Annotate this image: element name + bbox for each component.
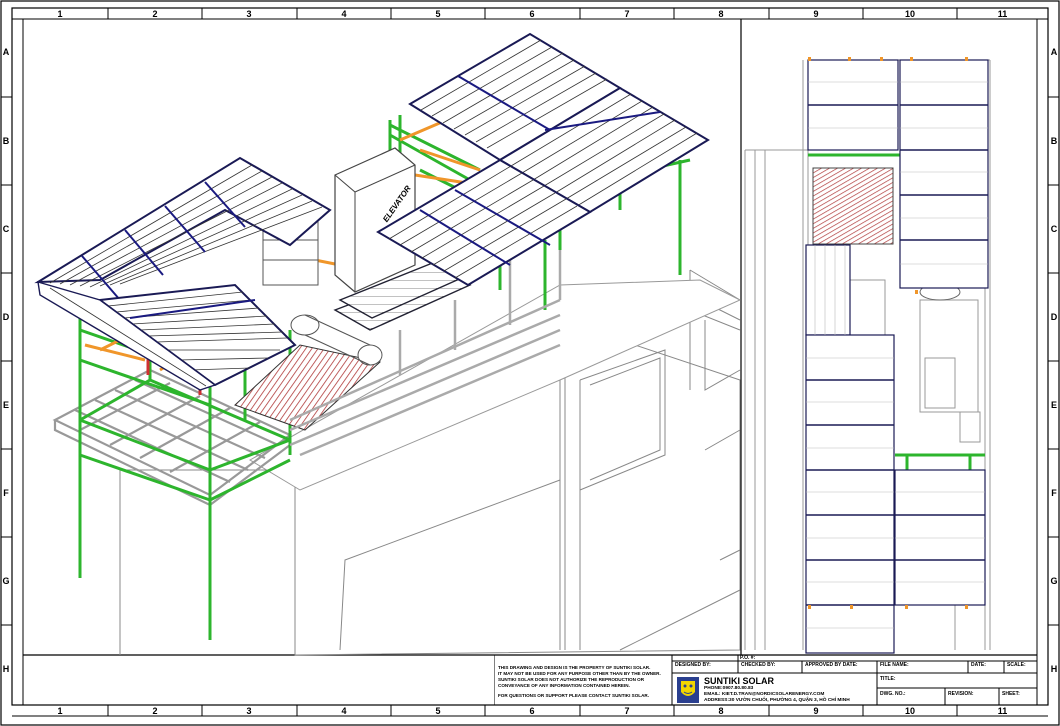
zone-col-label: 11 <box>997 706 1008 716</box>
zone-row-label: E <box>2 400 9 410</box>
company-name: SUNTIKI SOLAR <box>704 676 775 686</box>
drawing-sheet: ELEVATOR <box>0 0 1060 726</box>
date-label: DATE: <box>971 662 986 668</box>
top-view <box>744 57 991 654</box>
zone-col-label: 2 <box>152 9 158 19</box>
zone-col-label: 10 <box>904 9 915 19</box>
sheet-label: SHEET: <box>1002 691 1020 697</box>
zone-col-label: 10 <box>904 706 915 716</box>
zone-row-label: F <box>1051 488 1057 498</box>
zone-row-label: B <box>1050 136 1058 146</box>
notice-line: CONVEYANCE OF ANY INFORMATION CONTAINED … <box>498 683 630 688</box>
zone-col-label: 7 <box>624 9 630 19</box>
zone-col-label: 9 <box>813 706 819 716</box>
zone-col-label: 11 <box>997 9 1008 19</box>
ownership-notice: THIS DRAWING AND DESIGN IS THE PROPERTY … <box>498 665 670 699</box>
revision-label: REVISION: <box>948 691 974 697</box>
top-hatched-area <box>812 167 894 245</box>
zone-col-label: 8 <box>718 706 724 716</box>
zone-row-label: D <box>1050 312 1058 322</box>
zone-row-label: B <box>2 136 10 146</box>
zone-col-label: 7 <box>624 706 630 716</box>
support-line: FOR QUESTIONS OR SUPPORT PLEASE CONTACT … <box>498 693 650 698</box>
pv-array-right-back <box>408 32 710 214</box>
title-block: THIS DRAWING AND DESIGN IS THE PROPERTY … <box>494 655 1037 705</box>
company-logo <box>677 677 699 703</box>
zone-row-label: C <box>1050 224 1058 234</box>
zone-col-label: 9 <box>813 9 819 19</box>
zone-row-label: H <box>1050 664 1058 674</box>
zone-col-label: 3 <box>246 9 252 19</box>
zone-col-label: 4 <box>341 706 347 716</box>
zone-row-label: E <box>1050 400 1057 410</box>
zone-row-label: G <box>2 576 10 586</box>
zone-row-label: A <box>2 47 10 57</box>
zone-row-label: D <box>2 312 10 322</box>
title-label: TITLE: <box>880 676 896 682</box>
zone-col-label: 6 <box>529 9 535 19</box>
po-label: P.O. #: <box>740 655 756 661</box>
zone-col-label: 2 <box>152 706 158 716</box>
zone-row-label: G <box>1050 576 1058 586</box>
zone-row-label: A <box>1050 47 1058 57</box>
zone-col-label: 5 <box>435 9 441 19</box>
zone-col-label: 5 <box>435 706 441 716</box>
approved-by-label: APPROVED BY DATE: <box>805 662 858 668</box>
zone-row-label: H <box>2 664 10 674</box>
zone-col-label: 8 <box>718 9 724 19</box>
company-address: ADDRESS:30 VƯỜN CHUỐI, PHƯỜNG 4, QUẬN 3,… <box>704 698 850 703</box>
zone-col-label: 4 <box>341 9 347 19</box>
zone-col-label: 1 <box>57 9 63 19</box>
scale-label: SCALE: <box>1007 662 1026 668</box>
dwg-no-label: DWG. NO.: <box>880 691 906 697</box>
zone-col-label: 3 <box>246 706 252 716</box>
file-name-label: FILE NAME: <box>880 662 909 668</box>
zone-col-label: 1 <box>57 706 63 716</box>
zone-col-label: 6 <box>529 706 535 716</box>
checked-by-label: CHECKED BY: <box>741 662 776 668</box>
isometric-view: ELEVATOR <box>34 32 742 656</box>
zone-row-label: F <box>3 488 9 498</box>
zone-row-label: C <box>2 224 10 234</box>
designed-by-label: DESIGNED BY: <box>675 662 711 668</box>
